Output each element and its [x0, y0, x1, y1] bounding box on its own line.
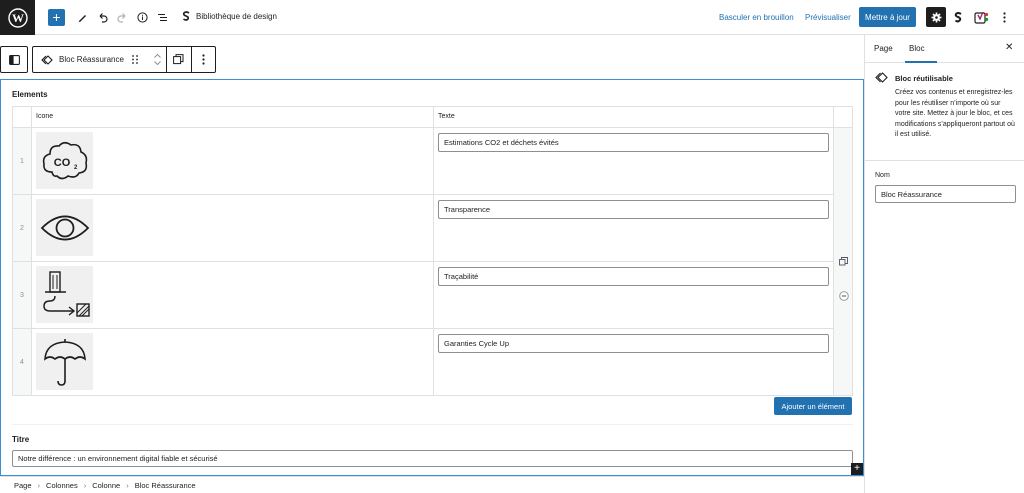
undo-icon[interactable] [96, 9, 108, 26]
reusable-block-icon [41, 54, 53, 65]
table-row: 2 Transparence [12, 194, 853, 262]
breadcrumb-separator: › [37, 480, 41, 490]
table-header-row: Icone Texte [12, 106, 853, 128]
table-row: 1 CO 2 Estimations CO2 et déchets évités [12, 127, 853, 396]
block-toolbar: Bloc Réassurance [32, 46, 216, 73]
element-text-input[interactable]: Garanties Cycle Up [438, 334, 829, 353]
breadcrumb: Page › Colonnes › Colonne › Bloc Réassur… [0, 476, 864, 493]
settings-sidebar: Page Bloc ✕ Bloc réutilisable Créez vos … [864, 35, 1024, 493]
block-options-button[interactable] [191, 46, 215, 73]
element-text-input[interactable]: Estimations CO2 et déchets évités [438, 133, 829, 152]
column-header-text: Texte [433, 106, 834, 128]
block-navigation-button[interactable] [0, 46, 28, 73]
edit-tool-icon[interactable] [75, 9, 89, 26]
element-text-input[interactable]: Traçabilité [438, 267, 829, 286]
svg-text:W: W [12, 11, 24, 25]
block-name-label: Bloc Réassurance [59, 55, 124, 64]
element-text-input[interactable]: Transparence [438, 200, 829, 219]
elements-label: Elements [12, 90, 48, 99]
title-label: Titre [12, 435, 30, 444]
block-card: Bloc réutilisable Créez vos contenus et … [865, 63, 1024, 161]
document-title[interactable]: Bibliothèque de design [182, 11, 277, 21]
duplicate-button[interactable] [167, 46, 191, 73]
more-vertical-icon [202, 54, 205, 65]
eye-icon[interactable] [36, 199, 93, 256]
info-icon[interactable] [136, 9, 148, 26]
reusable-block-s-icon [182, 11, 190, 21]
add-element-button[interactable]: Ajouter un élément [774, 397, 852, 415]
top-toolbar: W + Bibliothèque de design Basculer en b… [0, 0, 1024, 35]
plugin-s-icon[interactable] [952, 9, 964, 26]
row-index: 2 [12, 194, 32, 262]
duplicate-row-icon[interactable] [838, 256, 849, 267]
wordpress-logo-icon[interactable]: W [0, 0, 35, 35]
yoast-seo-icon[interactable] [973, 9, 989, 26]
column-header-icon: Icone [31, 106, 434, 128]
add-block-button[interactable]: + [48, 9, 65, 26]
chevron-down-icon [153, 61, 161, 65]
tab-block[interactable]: Bloc [909, 44, 925, 53]
document-title-text: Bibliothèque de design [196, 11, 277, 21]
copy-icon [173, 54, 184, 65]
reusable-block-icon [875, 72, 888, 83]
row-index: 3 [12, 261, 32, 329]
table-row: 3 Traçabilité [12, 261, 853, 329]
row-actions [833, 127, 853, 396]
move-up-down-controls[interactable] [148, 46, 166, 73]
row-index: 4 [12, 328, 32, 396]
breadcrumb-item[interactable]: Colonne [92, 481, 120, 490]
repeater-table: Icone Texte 1 CO 2 Estimations CO2 et déc… [12, 106, 853, 396]
name-field-label: Nom [875, 172, 890, 179]
inserter-plus-icon[interactable]: + [851, 463, 863, 475]
umbrella-icon[interactable] [36, 333, 93, 390]
title-input[interactable]: Notre différence : un environnement digi… [12, 450, 853, 467]
breadcrumb-item[interactable]: Colonnes [46, 481, 78, 490]
drag-handle-icon [132, 55, 138, 64]
svg-text:CO: CO [53, 157, 70, 169]
redo-icon[interactable] [116, 9, 128, 26]
divider [12, 424, 853, 425]
block-card-title: Bloc réutilisable [895, 74, 953, 83]
svg-text:2: 2 [74, 165, 78, 171]
sidebar-tabs: Page Bloc ✕ [865, 35, 1024, 63]
sidebar-toggle-icon [9, 54, 20, 65]
breadcrumb-item[interactable]: Page [14, 481, 32, 490]
breadcrumb-separator: › [126, 480, 129, 490]
settings-gear-icon[interactable] [926, 7, 946, 27]
more-options-icon[interactable] [999, 9, 1009, 26]
breadcrumb-separator: › [83, 480, 87, 490]
preview-button[interactable]: Prévisualiser [805, 13, 851, 22]
switch-to-draft-button[interactable]: Basculer en brouillon [719, 13, 794, 22]
block-card-description: Créez vos contenus et enregistrez-les po… [895, 89, 1015, 138]
co2-cloud-icon[interactable]: CO 2 [36, 132, 93, 189]
block-type-switcher[interactable]: Bloc Réassurance [33, 46, 148, 73]
table-row: 4 Garanties Cycle Up [12, 328, 853, 396]
list-view-icon[interactable] [156, 9, 168, 26]
traceability-icon[interactable] [36, 266, 93, 323]
close-icon[interactable]: ✕ [1005, 42, 1013, 53]
remove-row-icon[interactable] [838, 290, 849, 301]
update-button[interactable]: Mettre à jour [859, 7, 916, 27]
chevron-up-icon [153, 54, 161, 58]
breadcrumb-item[interactable]: Bloc Réassurance [135, 481, 196, 490]
tab-page[interactable]: Page [874, 44, 893, 53]
row-index: 1 [12, 127, 32, 195]
name-field[interactable]: Bloc Réassurance [875, 185, 1016, 203]
